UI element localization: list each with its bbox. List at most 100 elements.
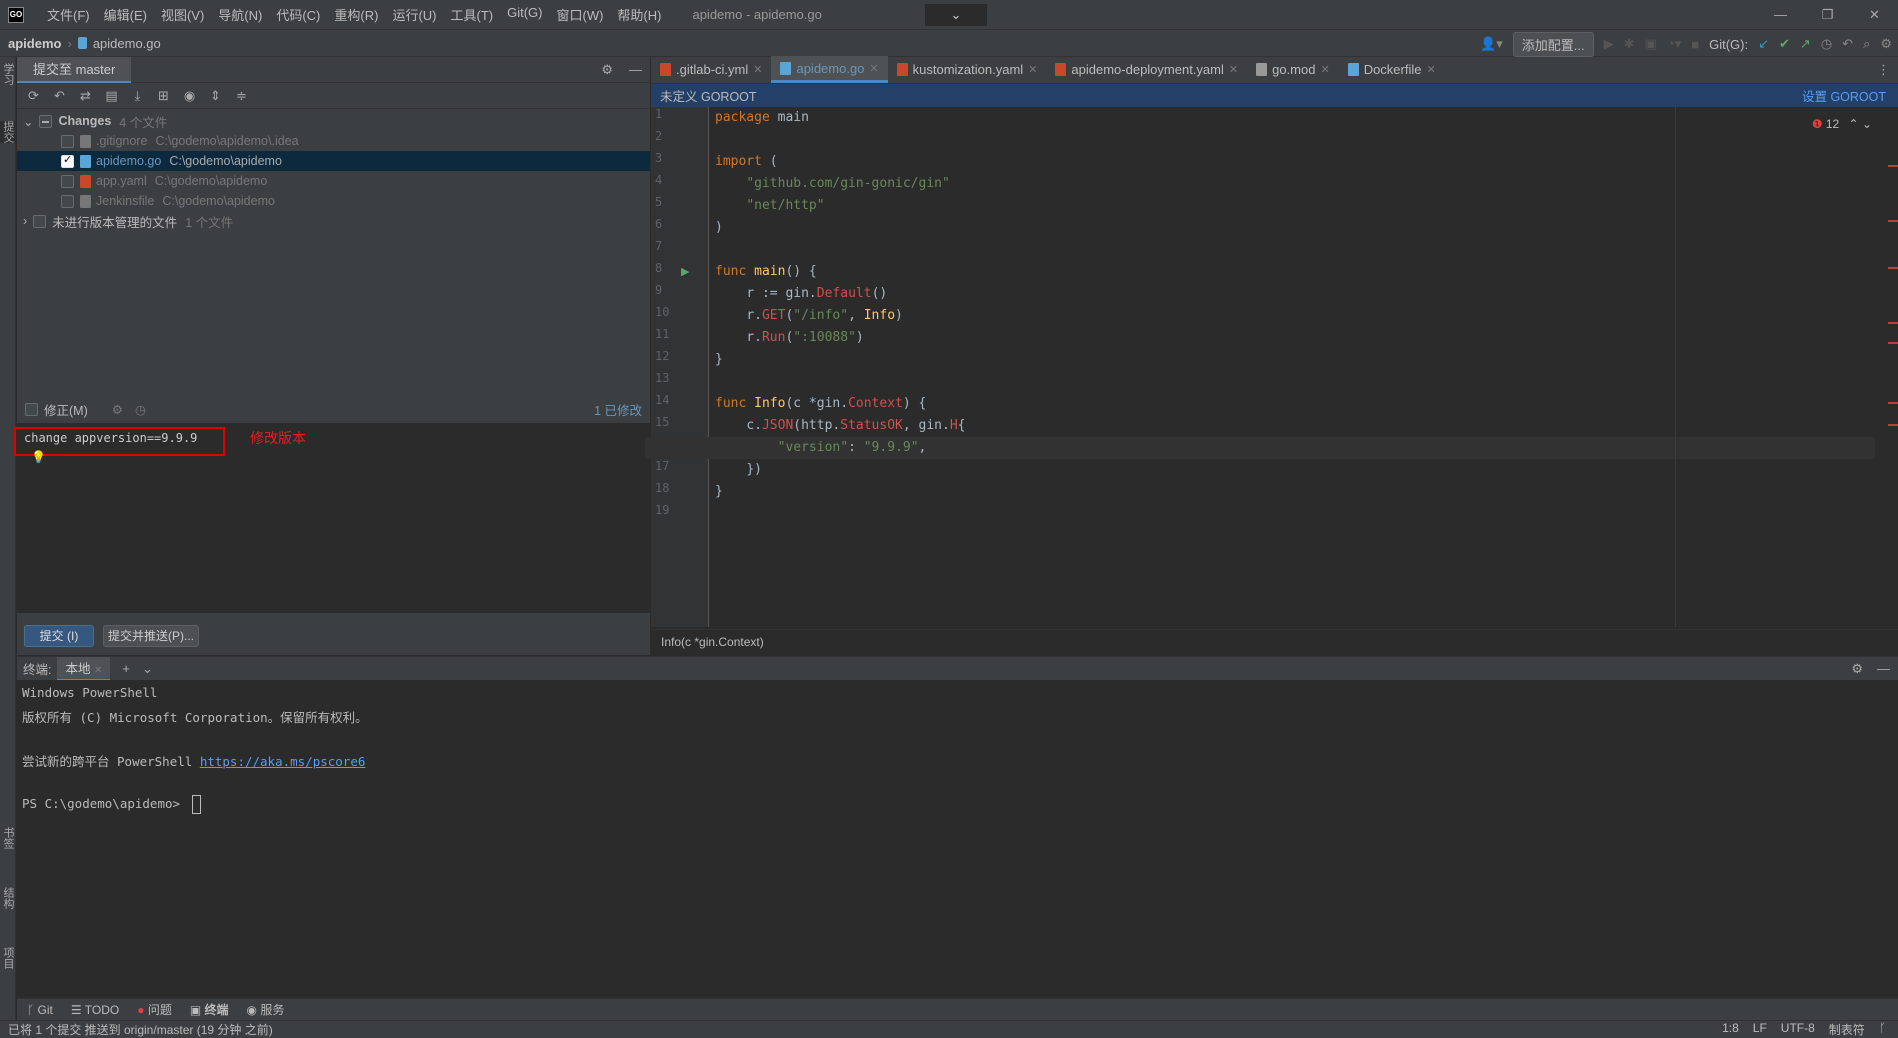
- indent-setting[interactable]: 制表符: [1829, 1021, 1865, 1038]
- hide-icon[interactable]: —: [629, 62, 642, 78]
- group-by-icon[interactable]: ⊞: [155, 88, 172, 104]
- chevron-down-icon[interactable]: ⌄: [1862, 117, 1872, 131]
- breadcrumb-file[interactable]: apidemo.go: [93, 36, 161, 51]
- tab-gitlab-ci[interactable]: .gitlab-ci.yml ✕: [651, 56, 771, 83]
- close-icon[interactable]: ✕: [753, 63, 762, 76]
- tab-learn[interactable]: 学习: [0, 63, 16, 85]
- shelve-icon[interactable]: ⤓: [129, 88, 146, 104]
- file-row-selected[interactable]: apidemo.go C:\godemo\apidemo: [17, 151, 650, 171]
- menu-navigate[interactable]: 导航(N): [211, 5, 269, 24]
- error-stripe[interactable]: [1888, 322, 1898, 324]
- add-configuration-button[interactable]: 添加配置...: [1512, 31, 1594, 57]
- commit-button[interactable]: 提交 (I): [24, 625, 94, 647]
- line-separator[interactable]: LF: [1753, 1021, 1767, 1038]
- restore-icon[interactable]: ❐: [1804, 0, 1851, 29]
- chevron-down-icon[interactable]: ⌄: [23, 114, 33, 129]
- tab-structure[interactable]: 结构: [0, 887, 16, 909]
- error-stripe[interactable]: [1888, 267, 1898, 269]
- error-indicator[interactable]: ❶ 12 ⌃ ⌄: [1812, 117, 1872, 131]
- breadcrumb-project[interactable]: apidemo: [8, 36, 61, 51]
- close-icon[interactable]: ✕: [1229, 63, 1238, 76]
- changelist-icon[interactable]: ▤: [103, 88, 120, 104]
- search-icon[interactable]: ⌕: [1863, 36, 1870, 52]
- menu-code[interactable]: 代码(C): [269, 5, 327, 24]
- tab-bookmarks[interactable]: 书签: [0, 827, 16, 849]
- file-row[interactable]: .gitignore C:\godemo\apidemo\.idea: [17, 131, 650, 151]
- error-stripe[interactable]: [1888, 424, 1898, 426]
- coverage-icon[interactable]: ▣: [1645, 36, 1657, 52]
- pscore-link[interactable]: https://aka.ms/pscore6: [200, 754, 366, 769]
- menu-help[interactable]: 帮助(H): [610, 5, 668, 24]
- terminal-tab-local[interactable]: 本地 ✕: [57, 656, 111, 681]
- file-encoding[interactable]: UTF-8: [1781, 1021, 1815, 1038]
- tab-dockerfile[interactable]: Dockerfile ✕: [1339, 56, 1445, 83]
- add-icon[interactable]: +: [122, 661, 130, 676]
- close-icon[interactable]: ✕: [1851, 0, 1898, 29]
- menu-refactor[interactable]: 重构(R): [327, 5, 385, 24]
- user-icon[interactable]: 👤▾: [1480, 36, 1503, 52]
- git-branch-icon[interactable]: ᚴ: [1879, 1021, 1886, 1038]
- toolwin-todo[interactable]: ☰ TODO: [71, 1003, 119, 1017]
- menu-tools[interactable]: 工具(T): [443, 5, 500, 24]
- gear-icon[interactable]: ⚙: [112, 402, 123, 417]
- code-area[interactable]: package main import ( "github.com/gin-go…: [645, 107, 1875, 627]
- caret-position[interactable]: 1:8: [1722, 1021, 1739, 1038]
- gear-icon[interactable]: ⚙: [601, 62, 613, 78]
- close-icon[interactable]: ✕: [1320, 63, 1329, 76]
- run-gutter-icon[interactable]: ▶: [681, 261, 689, 283]
- menu-file[interactable]: 文件(F): [40, 5, 97, 24]
- chevron-down-icon[interactable]: ⌄: [142, 661, 153, 677]
- setup-goroot-link[interactable]: 设置 GOROOT: [1802, 86, 1886, 105]
- terminal-output[interactable]: Windows PowerShell 版权所有 (C) Microsoft Co…: [17, 680, 1898, 998]
- debug-icon[interactable]: ✱: [1624, 36, 1635, 52]
- tab-apidemo-go[interactable]: apidemo.go ✕: [771, 56, 888, 83]
- git-push-icon[interactable]: ↗: [1800, 36, 1811, 52]
- view-options-icon[interactable]: ◉: [181, 88, 198, 104]
- menu-edit[interactable]: 编辑(E): [97, 5, 154, 24]
- clock-icon[interactable]: ◷: [135, 402, 146, 417]
- more-tabs-icon[interactable]: ⋮: [1877, 62, 1890, 78]
- tab-kustomization[interactable]: kustomization.yaml ✕: [888, 56, 1047, 83]
- diff-icon[interactable]: ⇄: [77, 88, 94, 104]
- settings-gear-icon[interactable]: ⚙: [1880, 36, 1892, 52]
- changes-group-row[interactable]: ⌄ Changes 4 个文件: [17, 111, 650, 131]
- close-icon[interactable]: ✕: [1028, 63, 1037, 76]
- close-icon[interactable]: ✕: [869, 62, 878, 75]
- chevron-down-icon[interactable]: ⌄: [925, 4, 987, 26]
- lightbulb-icon[interactable]: 💡: [31, 450, 46, 464]
- file-checkbox[interactable]: [61, 174, 74, 188]
- modified-count[interactable]: 1 已修改: [594, 400, 642, 419]
- error-stripe[interactable]: [1888, 165, 1898, 167]
- changes-checkbox[interactable]: [39, 114, 53, 128]
- file-checkbox[interactable]: [61, 134, 74, 148]
- hide-icon[interactable]: —: [1877, 661, 1890, 677]
- error-stripe[interactable]: [1888, 342, 1898, 344]
- chevron-right-icon[interactable]: ›: [23, 214, 27, 228]
- stop-icon[interactable]: ■: [1691, 37, 1699, 52]
- menu-run[interactable]: 运行(U): [385, 5, 443, 24]
- chevron-up-icon[interactable]: ⌃: [1849, 117, 1859, 131]
- error-stripe[interactable]: [1888, 402, 1898, 404]
- commit-panel-title[interactable]: 提交至 master: [17, 56, 132, 83]
- collapse-all-icon[interactable]: ≑: [233, 88, 250, 104]
- profile-icon[interactable]: ◔▾: [1667, 36, 1681, 52]
- tab-commit[interactable]: 提交: [0, 121, 16, 143]
- file-checkbox[interactable]: [61, 153, 74, 168]
- amend-label[interactable]: 修正(M): [44, 400, 88, 419]
- git-update-icon[interactable]: ↙: [1758, 36, 1769, 52]
- unversioned-group-row[interactable]: › 未进行版本管理的文件 1 个文件: [17, 211, 650, 231]
- close-icon[interactable]: ✕: [1426, 63, 1435, 76]
- expand-all-icon[interactable]: ⇕: [207, 88, 224, 104]
- git-commit-icon[interactable]: ✔: [1779, 36, 1790, 52]
- run-icon[interactable]: ▶: [1604, 36, 1614, 52]
- error-stripe[interactable]: [1888, 220, 1898, 222]
- file-checkbox[interactable]: [61, 194, 74, 208]
- status-message[interactable]: 已将 1 个提交 推送到 origin/master (19 分钟 之前): [8, 1021, 273, 1038]
- commit-message-input[interactable]: change appversion==9.9.9: [24, 431, 197, 445]
- minimize-icon[interactable]: —: [1757, 0, 1804, 29]
- toolwin-terminal[interactable]: ▣ 终端: [190, 1001, 229, 1018]
- menu-git[interactable]: Git(G): [500, 5, 549, 24]
- toolwin-git[interactable]: ᚴ Git: [27, 1003, 53, 1017]
- menu-view[interactable]: 视图(V): [154, 5, 211, 24]
- refresh-icon[interactable]: ⟳: [25, 88, 42, 104]
